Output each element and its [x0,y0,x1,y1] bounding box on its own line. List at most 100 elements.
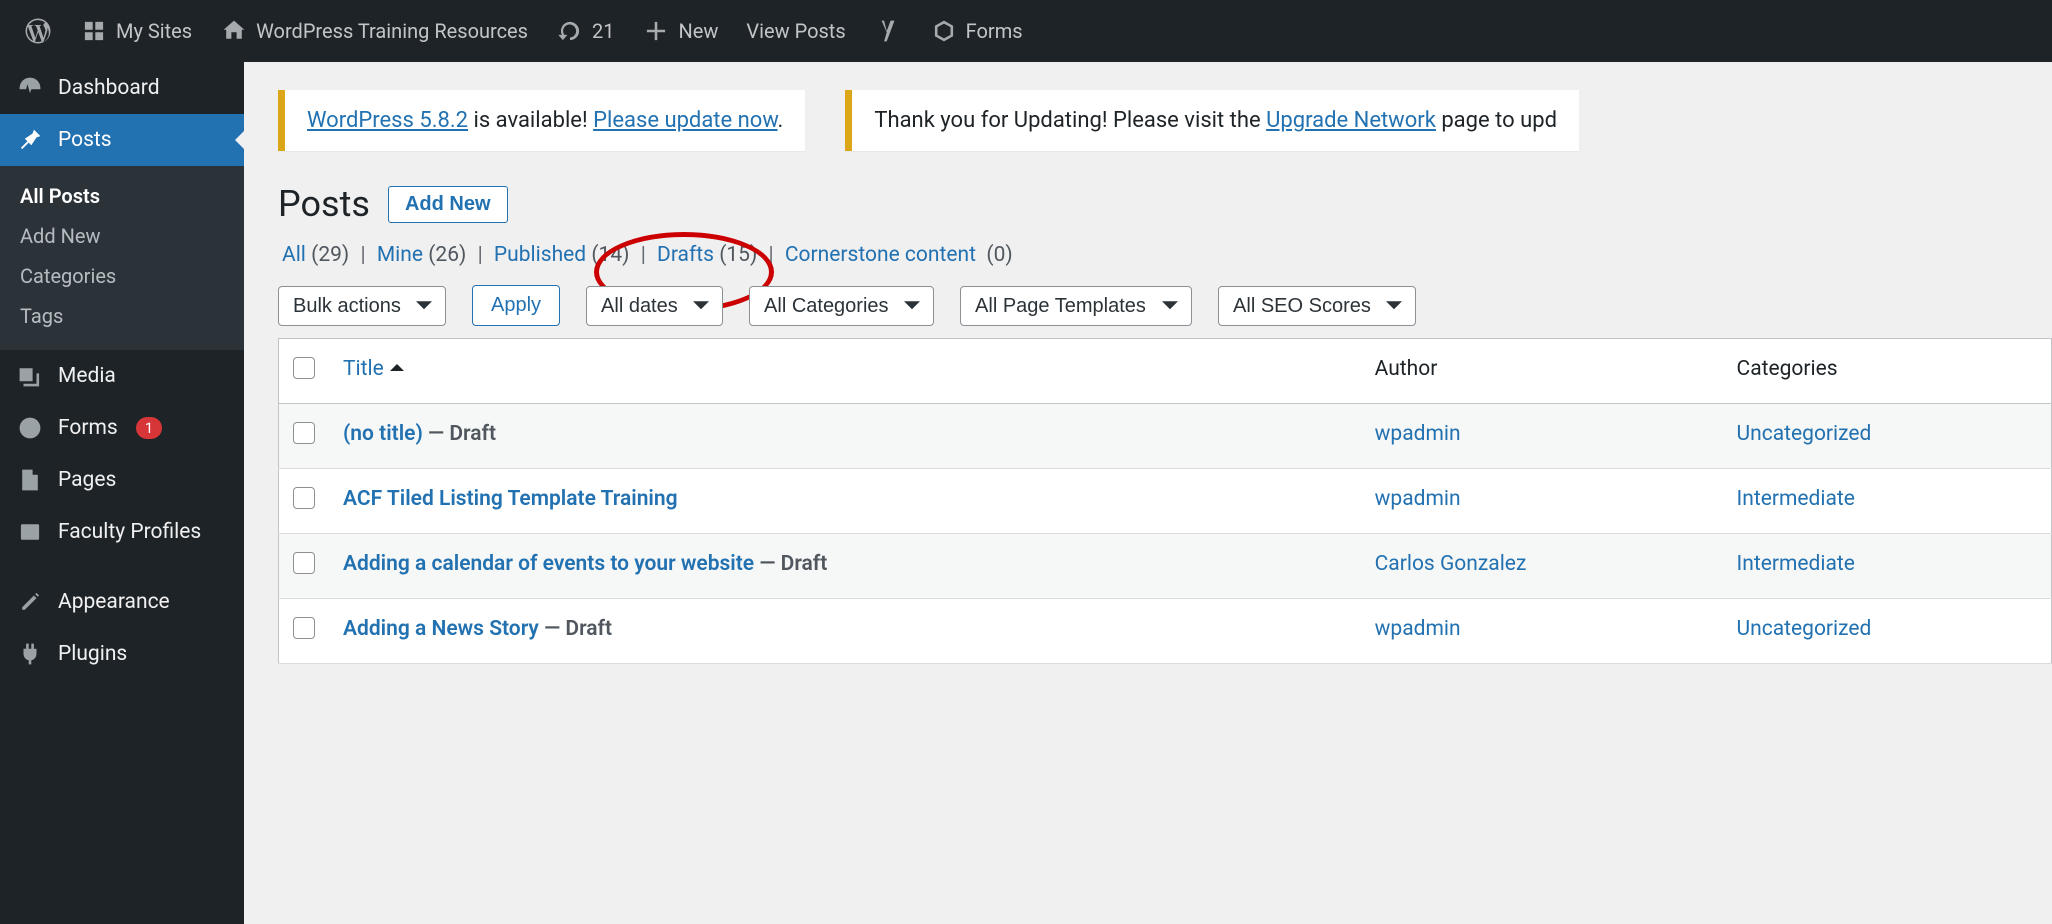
dashboard-label: Dashboard [58,76,160,100]
filter-cornerstone[interactable]: Cornerstone content [785,243,976,267]
sidebar-item-faculty[interactable]: Faculty Profiles [0,506,244,558]
sidebar-item-forms[interactable]: Forms 1 [0,402,244,454]
media-icon [16,362,44,390]
view-posts-label: View Posts [746,19,845,43]
apply-button[interactable]: Apply [472,285,560,326]
upgrade-network-link[interactable]: Upgrade Network [1266,108,1436,133]
faculty-icon [16,518,44,546]
categories-filter-select[interactable]: All Categories [749,286,934,326]
dates-filter-select[interactable]: All dates [586,286,723,326]
wp-logo-menu[interactable] [10,0,66,62]
post-author-link[interactable]: wpadmin [1375,422,1461,446]
sidebar-item-plugins[interactable]: Plugins [0,628,244,680]
post-title-link[interactable]: ACF Tiled Listing Template Training [343,487,678,511]
plus-icon [642,17,670,45]
admin-bar: My Sites WordPress Training Resources 21… [0,0,2052,62]
post-title-link[interactable]: (no title) [343,422,423,446]
new-content-menu[interactable]: New [628,0,732,62]
add-new-button[interactable]: Add New [388,186,508,223]
column-author[interactable]: Author [1361,339,1723,404]
filter-mine-count: (26) [428,243,466,267]
filter-published-count: (14) [591,243,629,267]
admin-notices: WordPress 5.8.2 is available! Please upd… [244,62,2052,161]
faculty-label: Faculty Profiles [58,520,201,544]
site-name-label: WordPress Training Resources [256,19,528,43]
post-author-link[interactable]: Carlos Gonzalez [1375,552,1527,576]
row-checkbox[interactable] [293,552,315,574]
bulk-actions-select[interactable]: Bulk actions [278,286,446,326]
row-checkbox[interactable] [293,487,315,509]
appearance-icon [16,588,44,616]
forms-label: Forms [966,19,1023,43]
tablenav-top: Bulk actions Apply All dates All Categor… [244,277,2052,338]
my-sites-label: My Sites [116,19,192,43]
updates-menu[interactable]: 21 [542,0,628,62]
media-label: Media [58,364,116,388]
site-name-menu[interactable]: WordPress Training Resources [206,0,542,62]
appearance-label: Appearance [58,590,170,614]
plugins-icon [16,640,44,668]
yoast-menu[interactable] [860,0,916,62]
filter-all[interactable]: All [282,243,306,267]
post-title-link[interactable]: Adding a News Story [343,617,539,641]
thank-tail: page to upd [1436,108,1557,133]
home-icon [220,17,248,45]
post-category-link[interactable]: Intermediate [1737,487,1855,511]
new-label: New [678,19,718,43]
row-checkbox[interactable] [293,422,315,444]
pages-label: Pages [58,468,116,492]
seo-filter-select[interactable]: All SEO Scores [1218,286,1416,326]
sidebar-item-appearance[interactable]: Appearance [0,576,244,628]
pushpin-icon [16,126,44,154]
dashboard-icon [16,74,44,102]
column-categories[interactable]: Categories [1723,339,2052,404]
posts-table: Title Author Categories (no title) — Dra… [278,338,2052,664]
submenu-add-new[interactable]: Add New [0,216,244,256]
templates-filter-select[interactable]: All Page Templates [960,286,1192,326]
forms-icon [930,17,958,45]
yoast-icon [874,17,902,45]
post-category-link[interactable]: Uncategorized [1737,617,1872,641]
submenu-all-posts[interactable]: All Posts [0,176,244,216]
post-author-link[interactable]: wpadmin [1375,487,1461,511]
filter-published[interactable]: Published [494,243,586,267]
filter-all-count: (29) [311,243,349,267]
post-title-link[interactable]: Adding a calendar of events to your webs… [343,552,754,576]
submenu-categories[interactable]: Categories [0,256,244,296]
row-checkbox[interactable] [293,617,315,639]
filter-cornerstone-count: (0) [986,243,1012,267]
table-row: Adding a News Story — DraftwpadminUncate… [279,599,2052,664]
post-category-link[interactable]: Intermediate [1737,552,1855,576]
updates-icon [556,17,584,45]
my-sites-icon [80,17,108,45]
pages-icon [16,466,44,494]
filter-drafts[interactable]: Drafts [657,243,714,267]
sidebar-item-media[interactable]: Media [0,350,244,402]
sidebar-item-posts[interactable]: Posts [0,114,244,166]
table-row: Adding a calendar of events to your webs… [279,534,2052,599]
wp-version-link[interactable]: WordPress 5.8.2 [307,108,468,133]
wordpress-logo-icon [24,17,52,45]
select-all-checkbox[interactable] [293,357,315,379]
post-author-link[interactable]: wpadmin [1375,617,1461,641]
submenu-tags[interactable]: Tags [0,296,244,336]
sidebar-item-dashboard[interactable]: Dashboard [0,62,244,114]
forms-menu[interactable]: Forms [916,0,1037,62]
table-row: (no title) — DraftwpadminUncategorized [279,404,2052,469]
update-now-link[interactable]: Please update now [593,108,777,133]
post-status-filters: All (29) | Mine (26) | Published (14) | … [244,233,2052,277]
post-category-link[interactable]: Uncategorized [1737,422,1872,446]
update-period: . [778,108,784,133]
forms-sidebar-icon [16,414,44,442]
filter-mine[interactable]: Mine [377,243,423,267]
view-posts-link[interactable]: View Posts [732,0,859,62]
forms-badge: 1 [136,417,162,439]
filter-drafts-count: (15) [719,243,757,267]
table-row: ACF Tiled Listing Template Training wpadm… [279,469,2052,534]
column-title[interactable]: Title [329,339,1361,404]
update-nag: WordPress 5.8.2 is available! Please upd… [278,90,805,151]
update-text-1: is available! [468,108,593,133]
table-header-row: Title Author Categories [279,339,2052,404]
sidebar-item-pages[interactable]: Pages [0,454,244,506]
my-sites-menu[interactable]: My Sites [66,0,206,62]
